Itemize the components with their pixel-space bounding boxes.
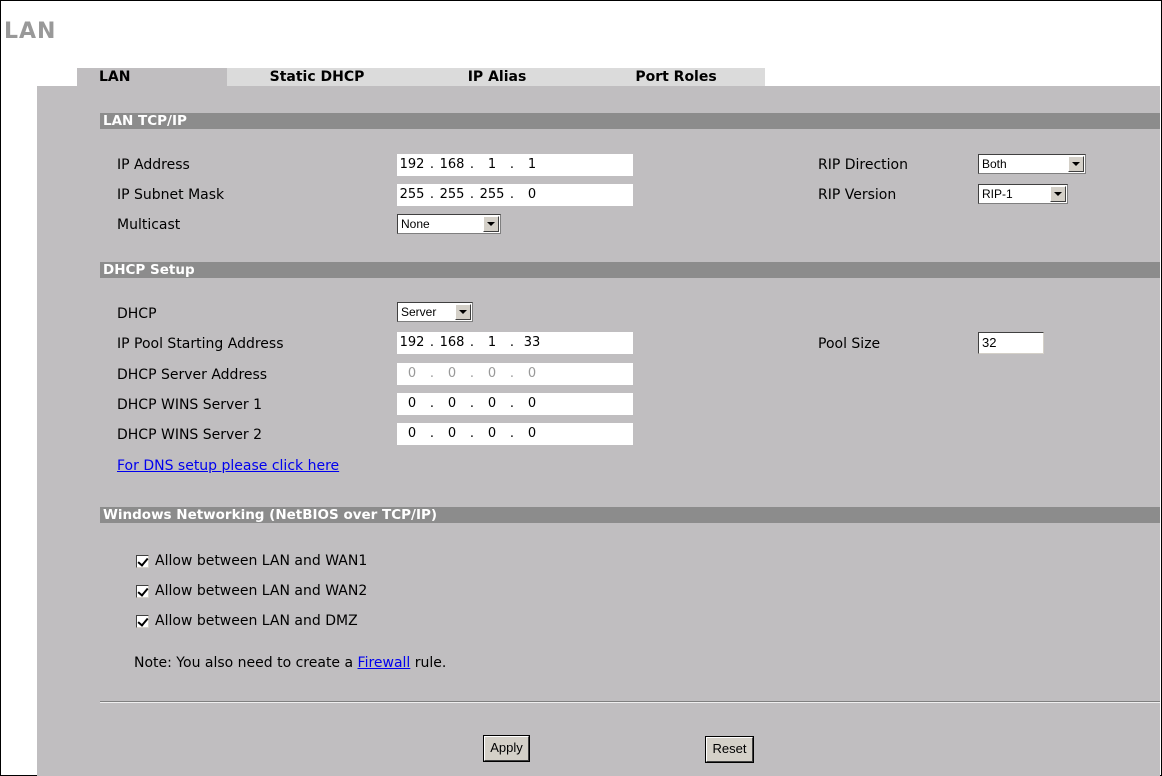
ip-address-field[interactable]: 192 . 168 . 1 . 1: [397, 154, 633, 176]
apply-button[interactable]: Apply: [483, 735, 530, 762]
octet[interactable]: 1: [517, 154, 547, 176]
octet[interactable]: 0: [517, 423, 547, 445]
tab-static-dhcp[interactable]: Static DHCP: [227, 68, 407, 86]
chevron-down-icon[interactable]: [483, 216, 499, 232]
rip-version-label: RIP Version: [818, 187, 897, 203]
firewall-note: Note: You also need to create a Firewall…: [134, 654, 446, 672]
pool-size-input[interactable]: 32: [978, 332, 1044, 354]
allow-lan-wan2-checkbox[interactable]: [136, 585, 149, 598]
subnet-mask-label: IP Subnet Mask: [117, 187, 225, 203]
octet[interactable]: 0: [477, 393, 507, 415]
reset-button[interactable]: Reset: [705, 736, 754, 763]
octet[interactable]: 0: [477, 423, 507, 445]
octet[interactable]: 1: [477, 332, 507, 354]
rip-version-value: RIP-1: [982, 187, 1013, 201]
dot: .: [509, 335, 515, 350]
server-address-field: 0 . 0 . 0 . 0: [397, 363, 633, 385]
dot: .: [429, 426, 435, 441]
octet[interactable]: 0: [517, 393, 547, 415]
dot: .: [509, 396, 515, 411]
wins2-label: DHCP WINS Server 2: [117, 427, 263, 443]
dot: .: [429, 366, 435, 381]
allow-lan-wan2-label: Allow between LAN and WAN2: [155, 583, 368, 599]
wins1-label: DHCP WINS Server 1: [117, 397, 263, 413]
dot: .: [509, 187, 515, 202]
octet[interactable]: 33: [517, 332, 547, 354]
multicast-value: None: [401, 217, 430, 231]
octet[interactable]: 0: [437, 423, 467, 445]
dot: .: [469, 396, 475, 411]
dot: .: [429, 187, 435, 202]
octet[interactable]: 255: [437, 184, 467, 206]
section-header-netbios: Windows Networking (NetBIOS over TCP/IP): [100, 507, 1160, 523]
octet: 0: [487, 366, 497, 381]
dhcp-label: DHCP: [117, 306, 157, 322]
octet[interactable]: 0: [517, 184, 547, 206]
octet[interactable]: 0: [397, 423, 427, 445]
octet[interactable]: 0: [437, 393, 467, 415]
chevron-down-icon[interactable]: [455, 304, 471, 320]
wins1-field[interactable]: 0 . 0 . 0 . 0: [397, 393, 633, 415]
dot: .: [469, 187, 475, 202]
multicast-select[interactable]: None: [397, 214, 501, 234]
octet[interactable]: 168: [437, 332, 467, 354]
allow-lan-dmz-label: Allow between LAN and DMZ: [155, 613, 358, 629]
octet[interactable]: 168: [437, 154, 467, 176]
dot: .: [469, 157, 475, 172]
pool-start-field[interactable]: 192 . 168 . 1 . 33: [397, 332, 633, 354]
octet: 0: [407, 366, 417, 381]
page-title: LAN: [4, 19, 57, 44]
dhcp-value: Server: [401, 305, 437, 319]
octet[interactable]: 192: [397, 154, 427, 176]
dot: .: [429, 157, 435, 172]
divider: [100, 701, 1160, 703]
octet: 0: [527, 366, 537, 381]
rip-direction-select[interactable]: Both: [978, 154, 1086, 174]
pool-size-label: Pool Size: [818, 336, 881, 352]
dot: .: [509, 366, 515, 381]
dot: .: [469, 366, 475, 381]
dot: .: [509, 157, 515, 172]
dot: .: [429, 335, 435, 350]
allow-lan-wan1-checkbox[interactable]: [136, 555, 149, 568]
octet: 0: [447, 366, 457, 381]
multicast-label: Multicast: [117, 217, 181, 233]
pool-start-label: IP Pool Starting Address: [117, 336, 284, 352]
chevron-down-icon[interactable]: [1068, 156, 1084, 172]
dot: .: [509, 426, 515, 441]
ip-address-label: IP Address: [117, 157, 190, 173]
firewall-note-prefix: Note: You also need to create a: [134, 655, 358, 671]
dot: .: [469, 426, 475, 441]
server-address-label: DHCP Server Address: [117, 367, 268, 383]
rip-direction-value: Both: [982, 157, 1007, 171]
firewall-note-suffix: rule.: [410, 655, 447, 671]
firewall-link[interactable]: Firewall: [358, 655, 411, 671]
octet[interactable]: 192: [397, 332, 427, 354]
octet[interactable]: 1: [477, 154, 507, 176]
dot: .: [469, 335, 475, 350]
dot: .: [429, 396, 435, 411]
allow-lan-wan1-label: Allow between LAN and WAN1: [155, 553, 368, 569]
tab-lan[interactable]: LAN: [77, 68, 227, 86]
dns-setup-link[interactable]: For DNS setup please click here: [117, 458, 339, 474]
section-header-dhcp-setup: DHCP Setup: [100, 262, 1160, 278]
section-header-lan-tcpip: LAN TCP/IP: [100, 113, 1160, 129]
wins2-field[interactable]: 0 . 0 . 0 . 0: [397, 423, 633, 445]
rip-direction-label: RIP Direction: [818, 157, 908, 173]
tab-port-roles[interactable]: Port Roles: [587, 68, 765, 86]
chevron-down-icon[interactable]: [1050, 186, 1066, 202]
octet[interactable]: 0: [397, 393, 427, 415]
subnet-mask-field[interactable]: 255 . 255 . 255 . 0: [397, 184, 633, 206]
tab-ip-alias[interactable]: IP Alias: [407, 68, 587, 86]
octet[interactable]: 255: [477, 184, 507, 206]
allow-lan-dmz-checkbox[interactable]: [136, 615, 149, 628]
octet[interactable]: 255: [397, 184, 427, 206]
dhcp-select[interactable]: Server: [397, 302, 473, 322]
rip-version-select[interactable]: RIP-1: [978, 184, 1068, 204]
